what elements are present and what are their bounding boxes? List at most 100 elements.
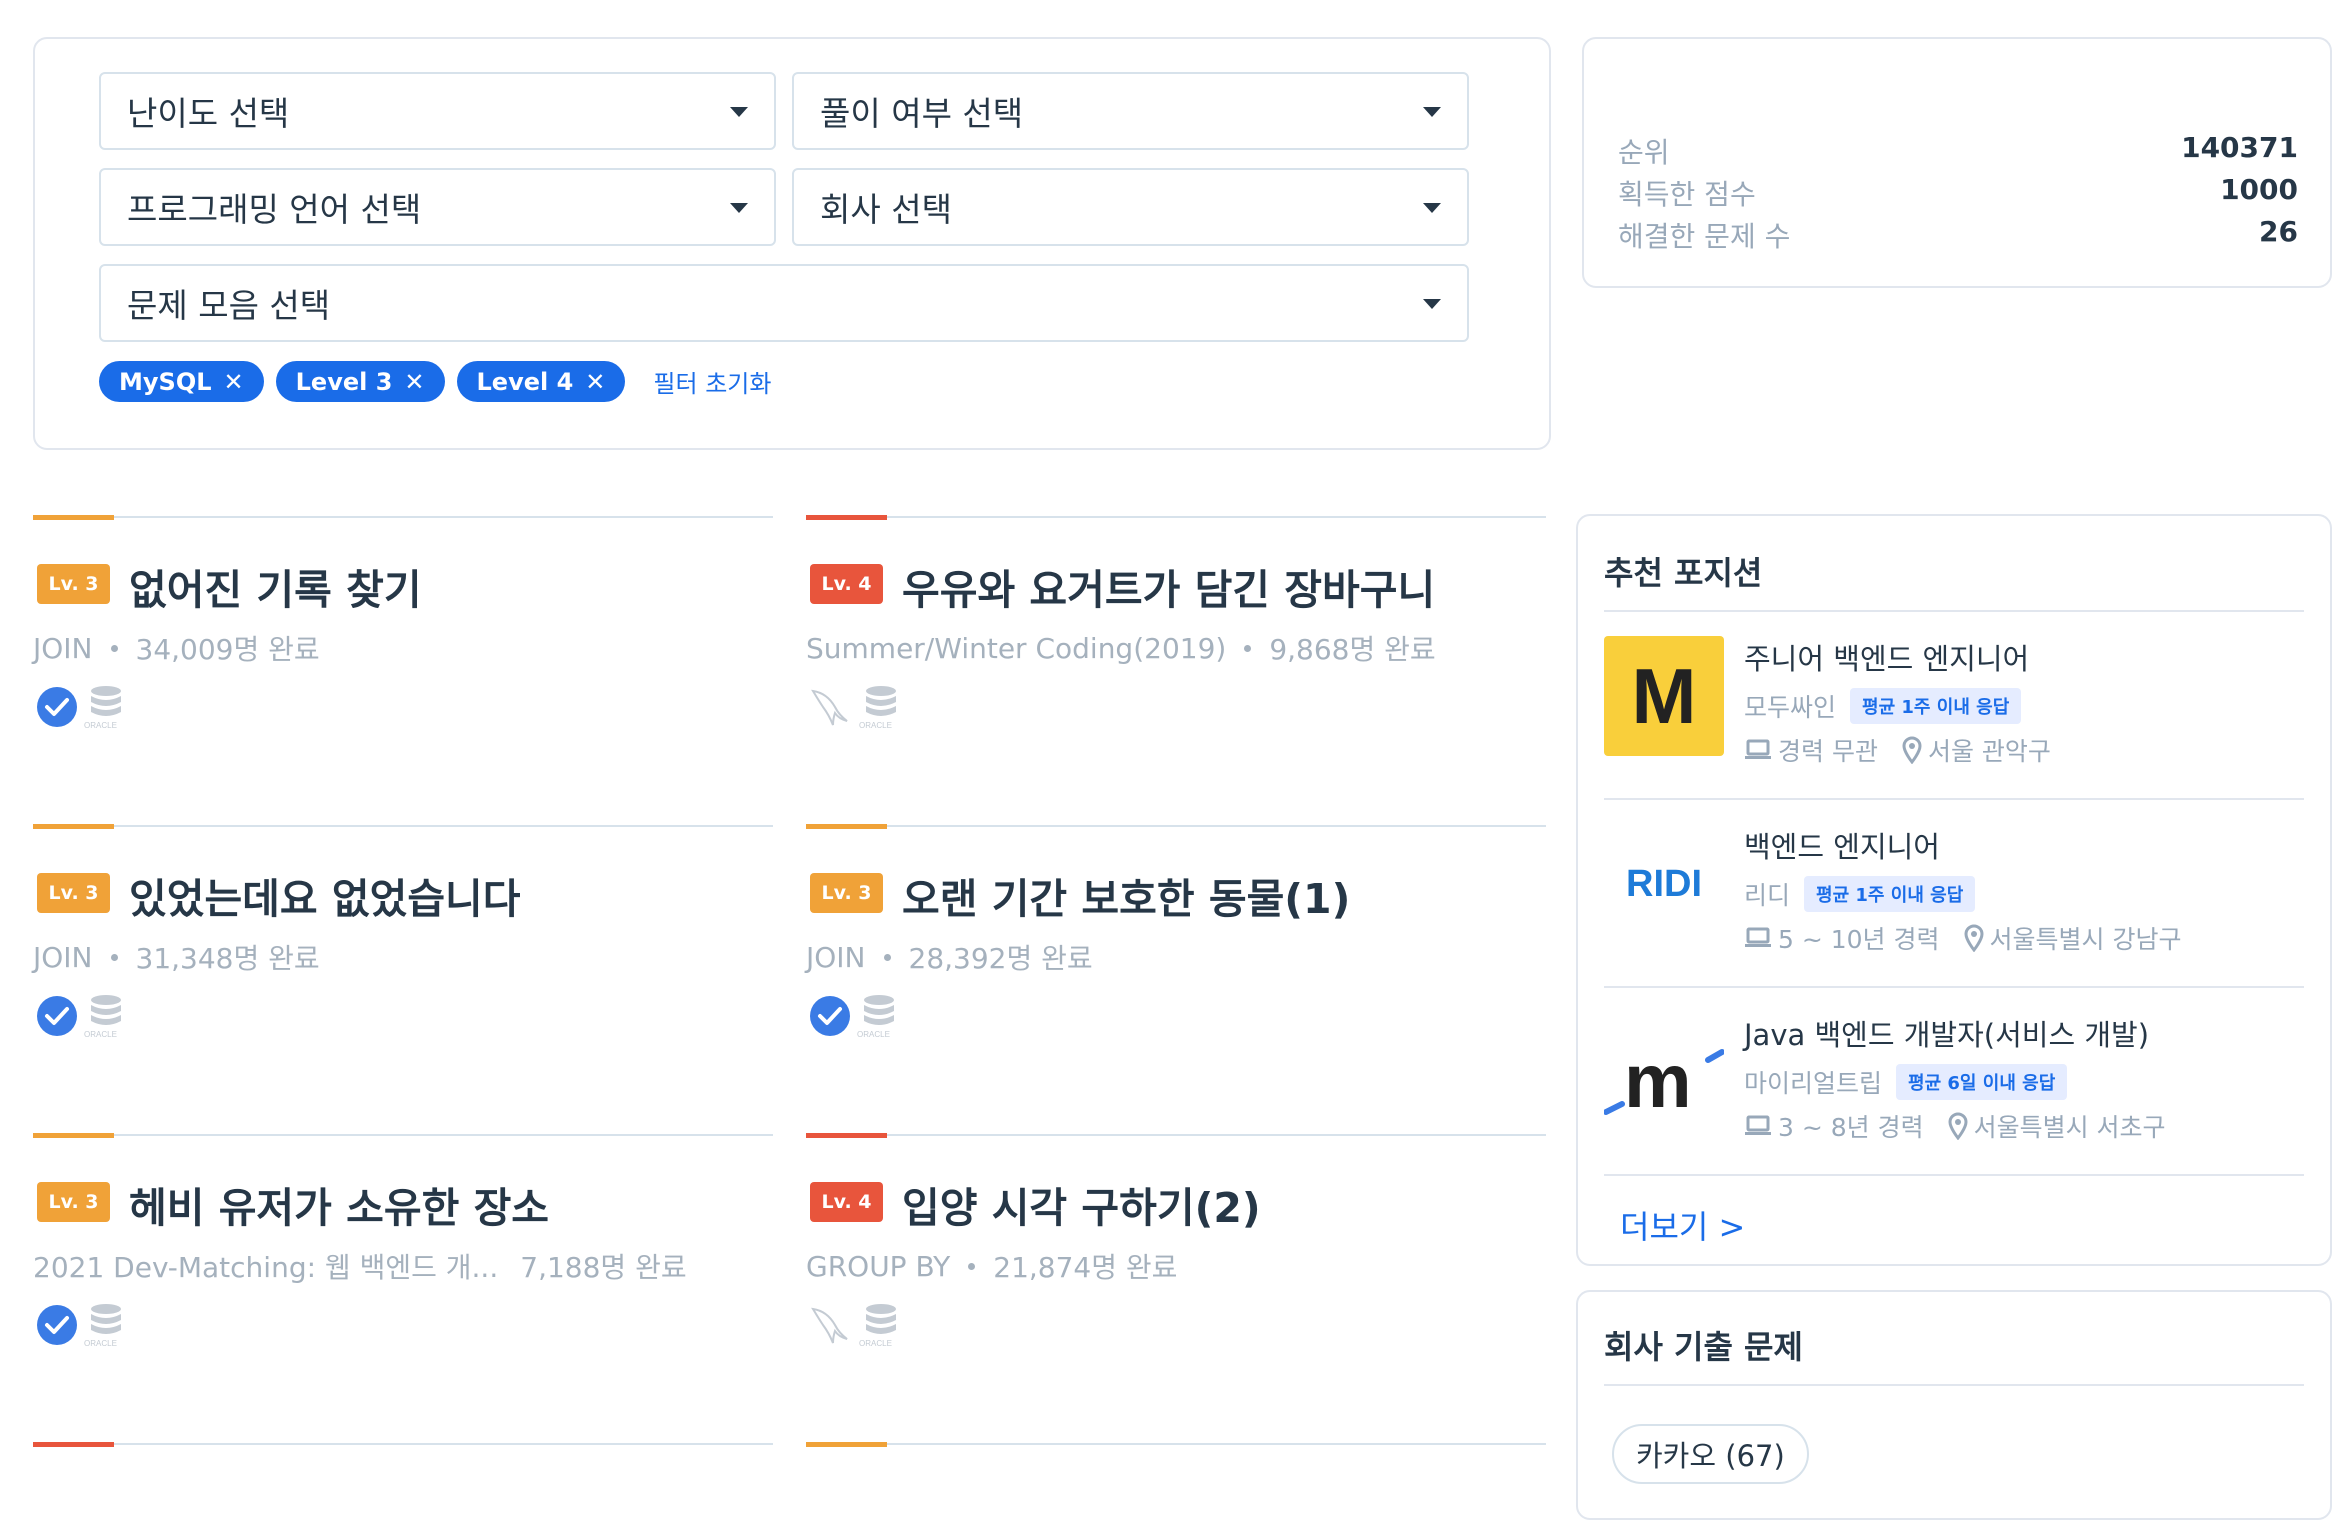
divider xyxy=(1604,986,2304,988)
filter-panel: 난이도 선택 풀이 여부 선택 프로그래밍 언어 선택 회사 선택 문제 모음 … xyxy=(33,37,1551,450)
problem-category: 2021 Dev-Matching: 웹 백엔드 개... xyxy=(33,1251,499,1284)
job-title[interactable]: 주니어 백엔드 엔지니어 xyxy=(1744,636,2029,678)
level-accent-bar xyxy=(806,515,887,520)
reset-filters-link[interactable]: 필터 초기화 xyxy=(653,364,771,399)
problem-title[interactable]: 오랜 기간 보호한 동물(1) xyxy=(902,865,1350,925)
language-select[interactable]: 프로그래밍 언어 선택 xyxy=(99,168,776,246)
response-badge: 평균 1주 이내 응답 xyxy=(1850,688,2022,724)
level-badge: Lv. 4 xyxy=(810,564,883,604)
close-icon[interactable]: ✕ xyxy=(224,368,244,396)
problem-meta: Summer/Winter Coding(2019) 9,868명 완료 xyxy=(806,628,1436,668)
problem-card[interactable]: Lv. 4 입양 시각 구하기(2) GROUP BY 21,874명 완료 O… xyxy=(806,1133,1546,1436)
problem-icons: ORACLE xyxy=(36,684,134,730)
difficulty-select[interactable]: 난이도 선택 xyxy=(99,72,776,150)
oracle-db-icon: ORACLE xyxy=(857,995,894,1039)
divider xyxy=(1604,1174,2304,1176)
laptop-icon xyxy=(1745,1115,1771,1135)
job-title[interactable]: Java 백엔드 개발자(서비스 개발) xyxy=(1744,1012,2149,1054)
problem-title[interactable]: 있었는데요 없었습니다 xyxy=(129,865,520,925)
level-badge: Lv. 3 xyxy=(37,564,110,604)
level-accent-bar xyxy=(806,824,887,829)
chevron-down-icon xyxy=(730,107,748,117)
level-badge: Lv. 3 xyxy=(37,1182,110,1222)
problem-category: GROUP BY xyxy=(806,1249,951,1283)
recommended-positions-panel: 추천 포지션 M 주니어 백엔드 엔지니어 모두싸인 평균 1주 이내 응답 경… xyxy=(1576,514,2332,1266)
problem-category: Summer/Winter Coding(2019) xyxy=(806,631,1227,665)
job-info-row: 5 ~ 10년 경력 서울특별시 강남구 xyxy=(1744,920,2205,956)
oracle-label: ORACLE xyxy=(84,721,117,730)
problem-title[interactable]: 없어진 기록 찾기 xyxy=(129,556,422,616)
level-badge: Lv. 3 xyxy=(810,873,883,913)
solved-check-icon xyxy=(37,687,77,727)
job-title[interactable]: 백엔드 엔지니어 xyxy=(1744,824,1940,866)
job-company-row: 마이리얼트립 평균 6일 이내 응답 xyxy=(1744,1064,2068,1100)
myrealtrip-logo-mark: m xyxy=(1604,1039,1724,1124)
company-logo-text: m xyxy=(1624,1039,1692,1124)
problem-title[interactable]: 입양 시각 구하기(2) xyxy=(902,1174,1261,1234)
rank-value: 140371 xyxy=(2181,131,2298,164)
experience-text: 5 ~ 10년 경력 xyxy=(1778,925,1940,954)
solved-count-value: 26 xyxy=(2259,215,2298,248)
response-badge: 평균 6일 이내 응답 xyxy=(1896,1064,2068,1100)
separator-dot xyxy=(110,953,118,961)
company-logo: M xyxy=(1604,636,1724,756)
company-name: 모두싸인 xyxy=(1744,693,1837,722)
separator-dot xyxy=(883,953,891,961)
collection-select[interactable]: 문제 모음 선택 xyxy=(99,264,1469,342)
score-row: 획득한 점수 1000 xyxy=(1618,173,2298,213)
company-chip-kakao[interactable]: 카카오 (67) xyxy=(1612,1424,1809,1484)
problem-title[interactable]: 헤비 유저가 소유한 장소 xyxy=(129,1174,549,1234)
job-company-row: 모두싸인 평균 1주 이내 응답 xyxy=(1744,688,2022,724)
problem-card[interactable]: Lv. 3 있었는데요 없었습니다 JOIN 31,348명 완료 ORACLE xyxy=(33,824,773,1127)
problem-card[interactable] xyxy=(33,1442,773,1479)
job-item[interactable]: M 주니어 백엔드 엔지니어 모두싸인 평균 1주 이내 응답 경력 무관 서울… xyxy=(1604,636,2304,824)
problem-card[interactable] xyxy=(806,1442,1546,1479)
problem-completed-count: 31,348명 완료 xyxy=(135,942,320,975)
problem-card[interactable]: Lv. 4 우유와 요거트가 담긴 장바구니 Summer/Winter Cod… xyxy=(806,515,1546,818)
experience-text: 3 ~ 8년 경력 xyxy=(1778,1113,1924,1142)
company-name: 리디 xyxy=(1744,881,1791,910)
problem-card[interactable]: Lv. 3 없어진 기록 찾기 JOIN 34,009명 완료 ORACLE xyxy=(33,515,773,818)
filter-chip-level4[interactable]: Level 4 ✕ xyxy=(456,361,626,402)
problem-icons: ORACLE xyxy=(36,993,134,1039)
job-item[interactable]: RIDI 백엔드 엔지니어 리디 평균 1주 이내 응답 5 ~ 10년 경력 … xyxy=(1604,824,2304,1012)
language-select-label: 프로그래밍 언어 선택 xyxy=(127,190,422,229)
job-company-row: 리디 평균 1주 이내 응답 xyxy=(1744,876,1976,912)
solved-status-select[interactable]: 풀이 여부 선택 xyxy=(792,72,1469,150)
location-pin-icon xyxy=(1948,1112,1968,1140)
score-label: 획득한 점수 xyxy=(1618,178,1756,211)
problem-card[interactable]: Lv. 3 헤비 유저가 소유한 장소 2021 Dev-Matching: 웹… xyxy=(33,1133,773,1436)
problem-meta: JOIN 31,348명 완료 xyxy=(33,937,320,977)
separator-dot xyxy=(968,1262,976,1270)
filter-chip-label: Level 3 xyxy=(295,367,393,396)
company-logo-text: M xyxy=(1631,651,1697,740)
company-problems-panel: 회사 기출 문제 카카오 (67) xyxy=(1576,1290,2332,1520)
oracle-label: ORACLE xyxy=(859,721,892,730)
score-value: 1000 xyxy=(2220,173,2298,206)
problem-category: JOIN xyxy=(33,940,93,974)
close-icon[interactable]: ✕ xyxy=(585,368,605,396)
problem-title[interactable]: 우유와 요거트가 담긴 장바구니 xyxy=(902,556,1435,616)
experience-text: 경력 무관 xyxy=(1778,737,1878,766)
positions-title: 추천 포지션 xyxy=(1604,554,1763,592)
mysql-dolphin-icon xyxy=(811,1307,848,1344)
oracle-label: ORACLE xyxy=(859,1339,892,1348)
problem-icons: ORACLE xyxy=(809,993,907,1039)
solved-check-icon xyxy=(810,996,850,1036)
problem-meta: JOIN 28,392명 완료 xyxy=(806,937,1093,977)
close-icon[interactable]: ✕ xyxy=(404,368,424,396)
oracle-db-icon: ORACLE xyxy=(84,1304,121,1348)
filter-chip-mysql[interactable]: MySQL ✕ xyxy=(99,361,264,402)
problem-category: JOIN xyxy=(33,631,93,665)
laptop-icon xyxy=(1745,927,1771,947)
job-item[interactable]: m Java 백엔드 개발자(서비스 개발) 마이리얼트립 평균 6일 이내 응… xyxy=(1604,1012,2304,1200)
solved-count-label: 해결한 문제 수 xyxy=(1618,220,1791,253)
solved-status-select-label: 풀이 여부 선택 xyxy=(820,94,1024,133)
divider xyxy=(1604,610,2304,612)
problem-card[interactable]: Lv. 3 오랜 기간 보호한 동물(1) JOIN 28,392명 완료 OR… xyxy=(806,824,1546,1127)
chevron-down-icon xyxy=(730,203,748,213)
company-select[interactable]: 회사 선택 xyxy=(792,168,1469,246)
filter-chip-level3[interactable]: Level 3 ✕ xyxy=(275,361,445,402)
more-positions-link[interactable]: 더보기 > xyxy=(1620,1202,1745,1248)
location-text: 서울 관악구 xyxy=(1927,737,2051,766)
